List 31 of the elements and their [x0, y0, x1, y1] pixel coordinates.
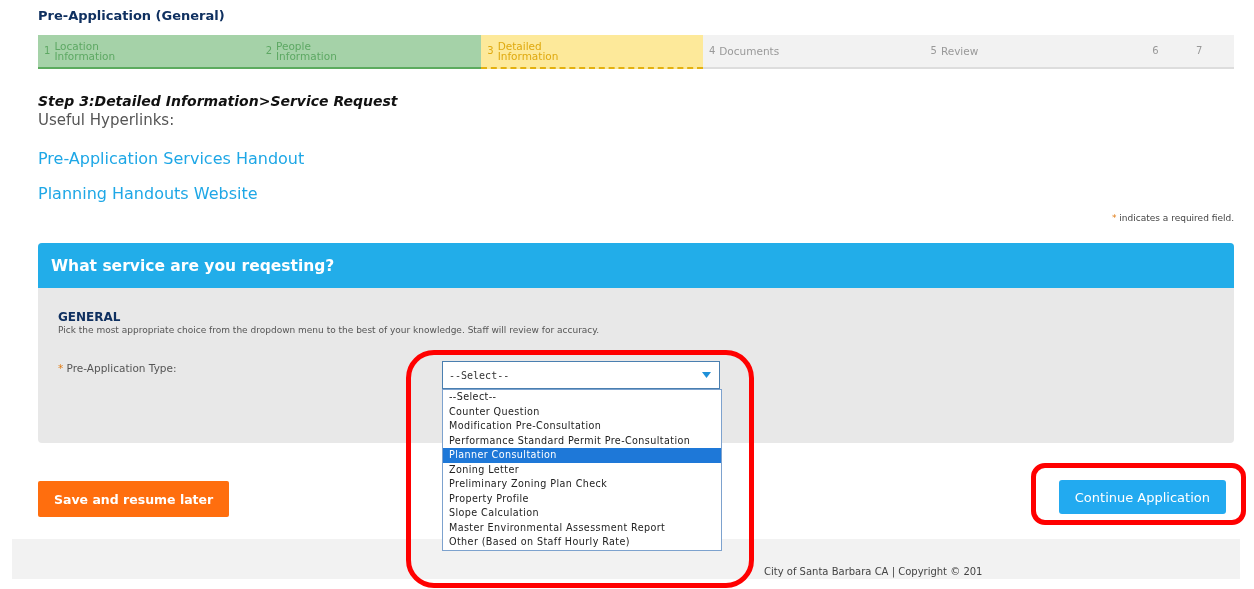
copyright-text: City of Santa Barbara CA | Copyright © 201 [764, 566, 983, 577]
required-mark: * [1111, 213, 1117, 223]
save-button[interactable]: Save and resume later [38, 481, 230, 517]
dropdown-option[interactable]: Slope Calculation [443, 506, 721, 521]
instructions: Pick the most appropriate choice from the dropdown menu to the best of your knowledge. Staff will review for accuracy. [58, 325, 601, 335]
page-title: Pre-Application (General) [38, 8, 226, 25]
progress-step[interactable]: 5 Review [924, 35, 1147, 69]
progress-step[interactable]: 4 Documents [702, 35, 925, 69]
field-label: Pre-Application Type: [66, 362, 177, 374]
dropdown-option[interactable]: Zoning Letter [443, 462, 721, 477]
step-heading: Step 3:Detailed Information>Service Request [38, 93, 399, 109]
required-note: indicates a required field. [1119, 213, 1234, 223]
required-mark: * [58, 362, 64, 374]
progress-step[interactable]: 6 [1146, 35, 1191, 69]
dropdown-option[interactable]: Master Environmental Assessment Report [443, 520, 721, 535]
dropdown-option[interactable]: Preliminary Zoning Plan Check [443, 477, 721, 492]
continue-button[interactable]: Continue Application [1058, 480, 1226, 514]
dropdown-option[interactable]: Other (Based on Staff Hourly Rate) [443, 535, 721, 550]
group-title: GENERAL [58, 310, 122, 324]
panel-header: What service are you reqesting? [38, 243, 1234, 288]
dropdown-option[interactable]: Modification Pre-Consultation [443, 419, 721, 434]
progress-step[interactable]: 7 [1190, 35, 1234, 69]
dropdown-option[interactable]: Property Profile [443, 491, 721, 506]
links-heading: Useful Hyperlinks: [38, 111, 176, 129]
hyperlink[interactable]: Pre-Application Services Handout [38, 149, 305, 168]
dropdown-option[interactable]: --Select-- [443, 390, 721, 405]
hyperlink[interactable]: Planning Handouts Website [38, 184, 258, 203]
dropdown-option[interactable]: Planner Consultation [443, 448, 721, 463]
caret-icon [702, 372, 711, 378]
dropdown-option[interactable]: Counter Question [443, 404, 721, 419]
dropdown-option[interactable]: Performance Standard Permit Pre-Consultation [443, 433, 721, 448]
